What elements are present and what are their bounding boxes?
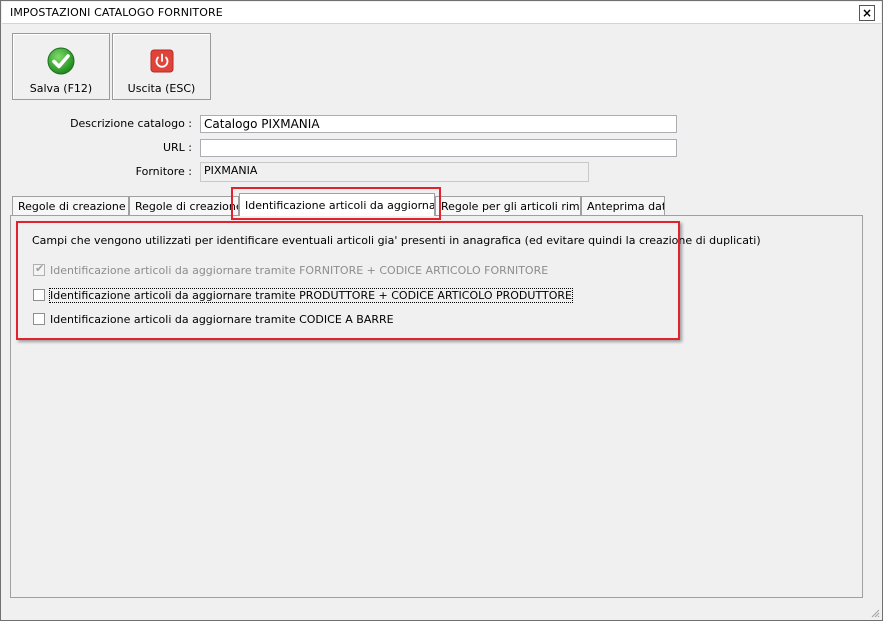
description-label: Descrizione catalogo : <box>70 117 192 130</box>
tab-regole-creazione-2[interactable]: Regole di creazione 2 <box>129 196 239 215</box>
green-check-icon <box>47 47 75 75</box>
description-input[interactable]: Catalogo PIXMANIA <box>200 115 677 133</box>
url-label: URL : <box>162 141 192 154</box>
supplier-field: PIXMANIA <box>200 162 589 182</box>
tab-regole-creazione-1[interactable]: Regole di creazione 1 <box>12 196 129 215</box>
red-power-icon <box>150 49 173 73</box>
settings-window: IMPOSTAZIONI CATALOGO FORNITORE × Salva … <box>0 0 883 621</box>
close-button[interactable]: × <box>859 5 875 21</box>
supplier-label: Fornitore : <box>135 165 192 178</box>
active-tab-highlight <box>231 187 441 220</box>
tab-anteprima-dati[interactable]: Anteprima dati <box>581 196 665 215</box>
save-button[interactable]: Salva (F12) <box>12 33 110 100</box>
exit-button[interactable]: Uscita (ESC) <box>112 33 211 100</box>
exit-button-label: Uscita (ESC) <box>127 82 196 95</box>
options-highlight <box>16 221 680 340</box>
tab-regole-articoli-rimossi[interactable]: Regole per gli articoli rimossi <box>435 196 581 215</box>
save-button-label: Salva (F12) <box>29 82 93 95</box>
title-bar: IMPOSTAZIONI CATALOGO FORNITORE × <box>2 2 881 24</box>
window-title: IMPOSTAZIONI CATALOGO FORNITORE <box>10 6 223 19</box>
close-icon: × <box>861 6 873 20</box>
resize-grip-icon[interactable] <box>870 608 880 618</box>
url-input[interactable] <box>200 139 677 157</box>
